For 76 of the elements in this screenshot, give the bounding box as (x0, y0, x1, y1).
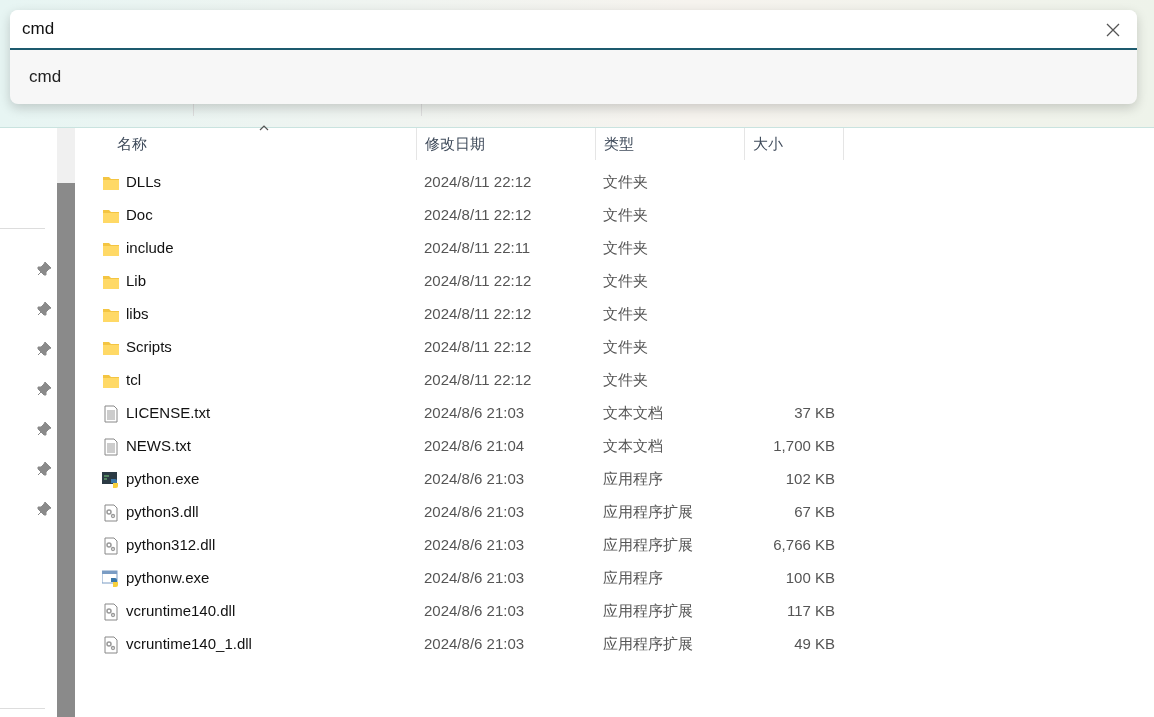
sort-ascending-icon (259, 125, 269, 131)
column-header[interactable]: 名称 (95, 128, 416, 160)
pin-icon[interactable] (36, 301, 52, 317)
file-size: 37 KB (793, 403, 836, 424)
file-size: 102 KB (784, 469, 836, 490)
file-size: 67 KB (793, 502, 836, 523)
file-size: 117 KB (785, 601, 836, 622)
file-name[interactable]: pythonw.exe (126, 567, 210, 590)
python-window-icon (102, 569, 120, 588)
pin-icon[interactable] (36, 381, 52, 397)
pin-icon[interactable] (36, 261, 52, 277)
file-type: 文件夹 (602, 370, 649, 391)
file-type: 应用程序 (602, 568, 664, 589)
file-name[interactable]: Doc (126, 204, 153, 227)
python-console-icon (102, 470, 120, 489)
file-name[interactable]: python312.dll (126, 534, 216, 557)
gear-file-icon (102, 536, 120, 555)
modified-date: 2024/8/11 22:12 (423, 304, 533, 325)
gear-file-icon (102, 635, 120, 654)
file-name[interactable]: LICENSE.txt (126, 402, 211, 425)
text-file-icon (102, 437, 120, 456)
file-type: 文本文档 (602, 403, 664, 424)
file-type: 文件夹 (602, 238, 649, 259)
pin-icon[interactable] (36, 461, 52, 477)
modified-date: 2024/8/6 21:04 (423, 436, 526, 457)
file-name[interactable]: NEWS.txt (126, 435, 191, 458)
modified-date: 2024/8/6 21:03 (423, 568, 526, 589)
file-name[interactable]: Scripts (126, 336, 172, 359)
column-header[interactable]: 类型 (595, 128, 744, 160)
search-suggestion[interactable]: cmd (10, 50, 1137, 104)
file-name[interactable]: Lib (126, 270, 147, 293)
file-name[interactable]: tcl (126, 369, 141, 392)
file-name[interactable]: python.exe (126, 468, 200, 491)
file-type: 文件夹 (602, 304, 649, 325)
file-name[interactable]: libs (126, 303, 149, 326)
modified-date: 2024/8/11 22:12 (423, 370, 533, 391)
file-name[interactable]: DLLs (126, 171, 162, 194)
file-type: 应用程序扩展 (602, 601, 694, 622)
file-name[interactable]: python3.dll (126, 501, 199, 524)
modified-date: 2024/8/11 22:11 (423, 238, 532, 259)
file-name[interactable]: vcruntime140_1.dll (126, 633, 252, 656)
column-header[interactable]: 大小 (744, 128, 844, 160)
file-type: 文件夹 (602, 205, 649, 226)
file-type: 文件夹 (602, 271, 649, 292)
file-size: 49 KB (793, 634, 836, 655)
file-type: 应用程序扩展 (602, 634, 694, 655)
search-field[interactable]: cmd (10, 10, 1137, 50)
file-type: 文本文档 (602, 436, 664, 457)
gear-file-icon (102, 602, 120, 621)
modified-date: 2024/8/6 21:03 (423, 634, 526, 655)
modified-date: 2024/8/6 21:03 (423, 469, 526, 490)
file-type: 文件夹 (602, 337, 649, 358)
modified-date: 2024/8/11 22:12 (423, 271, 533, 292)
modified-date: 2024/8/6 21:03 (423, 502, 526, 523)
modified-date: 2024/8/6 21:03 (423, 403, 526, 424)
pin-icon[interactable] (36, 501, 52, 517)
file-size: 6,766 KB (772, 535, 836, 556)
column-header[interactable]: 修改日期 (416, 128, 595, 160)
file-type: 应用程序 (602, 469, 664, 490)
modified-date: 2024/8/11 22:12 (423, 172, 533, 193)
gear-file-icon (102, 503, 120, 522)
file-type: 文件夹 (602, 172, 649, 193)
pin-icon[interactable] (36, 421, 52, 437)
file-size: 100 KB (784, 568, 836, 589)
modified-date: 2024/8/11 22:12 (423, 205, 533, 226)
pin-icon[interactable] (36, 341, 52, 357)
modified-date: 2024/8/6 21:03 (423, 535, 526, 556)
file-type: 应用程序扩展 (602, 535, 694, 556)
close-icon (1106, 23, 1120, 37)
modified-date: 2024/8/6 21:03 (423, 601, 526, 622)
text-file-icon (102, 404, 120, 423)
modified-date: 2024/8/11 22:12 (423, 337, 533, 358)
file-type: 应用程序扩展 (602, 502, 694, 523)
file-name[interactable]: vcruntime140.dll (126, 600, 236, 623)
file-name[interactable]: include (126, 237, 174, 260)
file-size: 1,700 KB (772, 436, 836, 457)
